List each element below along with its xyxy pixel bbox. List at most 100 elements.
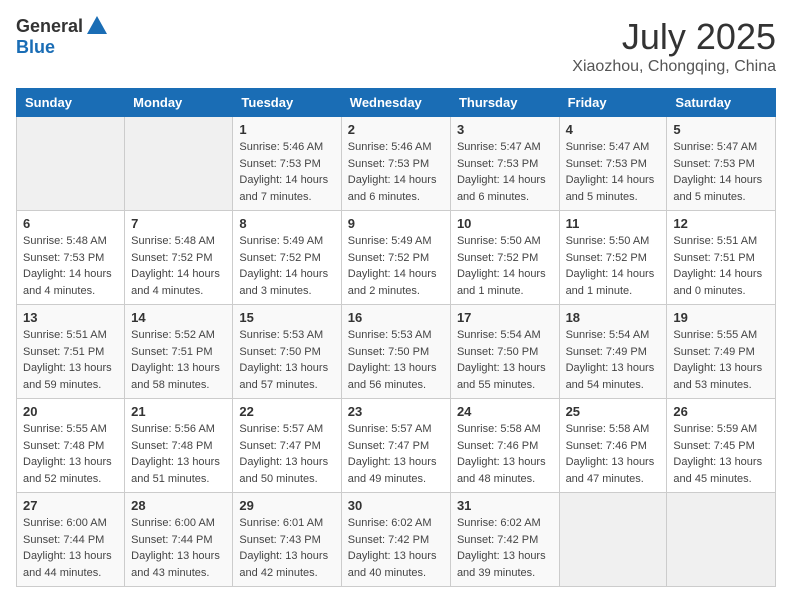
day-detail: Sunrise: 5:56 AMSunset: 7:48 PMDaylight:… — [131, 421, 226, 487]
day-number: 8 — [239, 216, 334, 231]
day-number: 4 — [566, 122, 661, 137]
calendar-cell — [667, 493, 776, 587]
logo-triangle-icon — [87, 16, 107, 34]
day-number: 9 — [348, 216, 444, 231]
day-number: 20 — [23, 404, 118, 419]
calendar-cell: 18Sunrise: 5:54 AMSunset: 7:49 PMDayligh… — [559, 305, 667, 399]
calendar-cell: 23 Sunrise: 5:57 AMSunset: 7:47 PMDayligh… — [341, 399, 450, 493]
day-number: 18 — [566, 310, 661, 325]
calendar-cell: 21 Sunrise: 5:56 AMSunset: 7:48 PMDayligh… — [125, 399, 233, 493]
day-detail: Sunrise: 5:57 AMSunset: 7:47 PMDaylight:… — [348, 421, 444, 487]
day-number: 15 — [239, 310, 334, 325]
day-number: 19 — [673, 310, 769, 325]
day-detail: Sunrise: 6:00 AMSunset: 7:44 PMDaylight:… — [131, 515, 226, 581]
day-number: 25 — [566, 404, 661, 419]
day-number: 17 — [457, 310, 553, 325]
day-number: 3 — [457, 122, 553, 137]
day-number: 27 — [23, 498, 118, 513]
calendar-cell: 31 Sunrise: 6:02 AMSunset: 7:42 PMDayligh… — [450, 493, 559, 587]
day-detail: Sunrise: 5:48 AMSunset: 7:53 PMDaylight:… — [23, 233, 118, 299]
day-detail: Sunrise: 5:48 AMSunset: 7:52 PMDaylight:… — [131, 233, 226, 299]
day-detail: Sunrise: 5:58 AMSunset: 7:46 PMDaylight:… — [566, 421, 661, 487]
logo-general-text: General — [16, 16, 83, 37]
day-number: 31 — [457, 498, 553, 513]
day-number: 2 — [348, 122, 444, 137]
day-detail: Sunrise: 5:58 AMSunset: 7:46 PMDaylight:… — [457, 421, 553, 487]
header: General Blue July 2025 Xiaozhou, Chongqi… — [16, 16, 776, 76]
calendar-cell: 3 Sunrise: 5:47 AMSunset: 7:53 PMDaylight… — [450, 117, 559, 211]
day-number: 5 — [673, 122, 769, 137]
calendar-cell: 19Sunrise: 5:55 AMSunset: 7:49 PMDayligh… — [667, 305, 776, 399]
calendar-cell: 12Sunrise: 5:51 AMSunset: 7:51 PMDayligh… — [667, 211, 776, 305]
day-detail: Sunrise: 5:47 AMSunset: 7:53 PMDaylight:… — [673, 139, 769, 205]
calendar-cell: 25 Sunrise: 5:58 AMSunset: 7:46 PMDayligh… — [559, 399, 667, 493]
weekday-header-saturday: Saturday — [667, 89, 776, 117]
day-number: 16 — [348, 310, 444, 325]
day-detail: Sunrise: 5:50 AMSunset: 7:52 PMDaylight:… — [566, 233, 661, 299]
day-number: 26 — [673, 404, 769, 419]
calendar-cell: 22 Sunrise: 5:57 AMSunset: 7:47 PMDayligh… — [233, 399, 341, 493]
calendar-week-row: 20 Sunrise: 5:55 AMSunset: 7:48 PMDayligh… — [17, 399, 776, 493]
day-number: 22 — [239, 404, 334, 419]
logo-blue-text: Blue — [16, 37, 55, 58]
day-detail: Sunrise: 5:47 AMSunset: 7:53 PMDaylight:… — [566, 139, 661, 205]
calendar-cell — [17, 117, 125, 211]
calendar-cell: 13 Sunrise: 5:51 AMSunset: 7:51 PMDayligh… — [17, 305, 125, 399]
day-detail: Sunrise: 5:49 AMSunset: 7:52 PMDaylight:… — [348, 233, 444, 299]
calendar-cell: 5 Sunrise: 5:47 AMSunset: 7:53 PMDaylight… — [667, 117, 776, 211]
calendar-week-row: 13 Sunrise: 5:51 AMSunset: 7:51 PMDayligh… — [17, 305, 776, 399]
calendar-cell: 26Sunrise: 5:59 AMSunset: 7:45 PMDayligh… — [667, 399, 776, 493]
day-detail: Sunrise: 5:47 AMSunset: 7:53 PMDaylight:… — [457, 139, 553, 205]
calendar-cell: 1Sunrise: 5:46 AMSunset: 7:53 PMDaylight… — [233, 117, 341, 211]
day-number: 24 — [457, 404, 553, 419]
day-detail: Sunrise: 5:54 AMSunset: 7:50 PMDaylight:… — [457, 327, 553, 393]
calendar-cell: 4 Sunrise: 5:47 AMSunset: 7:53 PMDaylight… — [559, 117, 667, 211]
day-detail: Sunrise: 5:51 AMSunset: 7:51 PMDaylight:… — [673, 233, 769, 299]
day-number: 23 — [348, 404, 444, 419]
day-number: 6 — [23, 216, 118, 231]
calendar-cell: 6 Sunrise: 5:48 AMSunset: 7:53 PMDaylight… — [17, 211, 125, 305]
day-number: 10 — [457, 216, 553, 231]
calendar-cell: 7Sunrise: 5:48 AMSunset: 7:52 PMDaylight… — [125, 211, 233, 305]
calendar-cell: 15Sunrise: 5:53 AMSunset: 7:50 PMDayligh… — [233, 305, 341, 399]
month-title: July 2025 — [572, 16, 776, 58]
weekday-header-row: SundayMondayTuesdayWednesdayThursdayFrid… — [17, 89, 776, 117]
calendar-cell: 30Sunrise: 6:02 AMSunset: 7:42 PMDayligh… — [341, 493, 450, 587]
day-detail: Sunrise: 6:02 AMSunset: 7:42 PMDaylight:… — [457, 515, 553, 581]
calendar-cell: 17 Sunrise: 5:54 AMSunset: 7:50 PMDayligh… — [450, 305, 559, 399]
calendar-cell: 24 Sunrise: 5:58 AMSunset: 7:46 PMDayligh… — [450, 399, 559, 493]
weekday-header-wednesday: Wednesday — [341, 89, 450, 117]
title-area: July 2025 Xiaozhou, Chongqing, China — [572, 16, 776, 76]
day-detail: Sunrise: 5:46 AMSunset: 7:53 PMDaylight:… — [348, 139, 444, 205]
day-detail: Sunrise: 6:01 AMSunset: 7:43 PMDaylight:… — [239, 515, 334, 581]
calendar-cell: 11Sunrise: 5:50 AMSunset: 7:52 PMDayligh… — [559, 211, 667, 305]
day-detail: Sunrise: 5:46 AMSunset: 7:53 PMDaylight:… — [239, 139, 334, 205]
calendar-cell: 8 Sunrise: 5:49 AMSunset: 7:52 PMDaylight… — [233, 211, 341, 305]
calendar-cell: 28 Sunrise: 6:00 AMSunset: 7:44 PMDayligh… — [125, 493, 233, 587]
calendar-cell: 29Sunrise: 6:01 AMSunset: 7:43 PMDayligh… — [233, 493, 341, 587]
day-detail: Sunrise: 5:51 AMSunset: 7:51 PMDaylight:… — [23, 327, 118, 393]
calendar-cell — [125, 117, 233, 211]
calendar-week-row: 6 Sunrise: 5:48 AMSunset: 7:53 PMDaylight… — [17, 211, 776, 305]
day-detail: Sunrise: 5:50 AMSunset: 7:52 PMDaylight:… — [457, 233, 553, 299]
calendar-cell: 16 Sunrise: 5:53 AMSunset: 7:50 PMDayligh… — [341, 305, 450, 399]
day-detail: Sunrise: 5:49 AMSunset: 7:52 PMDaylight:… — [239, 233, 334, 299]
weekday-header-sunday: Sunday — [17, 89, 125, 117]
day-number: 30 — [348, 498, 444, 513]
calendar-week-row: 27 Sunrise: 6:00 AMSunset: 7:44 PMDayligh… — [17, 493, 776, 587]
day-detail: Sunrise: 5:53 AMSunset: 7:50 PMDaylight:… — [348, 327, 444, 393]
day-number: 13 — [23, 310, 118, 325]
day-number: 21 — [131, 404, 226, 419]
calendar-cell: 10 Sunrise: 5:50 AMSunset: 7:52 PMDayligh… — [450, 211, 559, 305]
weekday-header-monday: Monday — [125, 89, 233, 117]
logo: General Blue — [16, 16, 107, 58]
location-title: Xiaozhou, Chongqing, China — [572, 58, 776, 76]
day-detail: Sunrise: 5:55 AMSunset: 7:48 PMDaylight:… — [23, 421, 118, 487]
calendar-week-row: 1Sunrise: 5:46 AMSunset: 7:53 PMDaylight… — [17, 117, 776, 211]
day-detail: Sunrise: 5:52 AMSunset: 7:51 PMDaylight:… — [131, 327, 226, 393]
day-number: 28 — [131, 498, 226, 513]
calendar-cell: 9 Sunrise: 5:49 AMSunset: 7:52 PMDaylight… — [341, 211, 450, 305]
day-detail: Sunrise: 6:00 AMSunset: 7:44 PMDaylight:… — [23, 515, 118, 581]
day-detail: Sunrise: 5:57 AMSunset: 7:47 PMDaylight:… — [239, 421, 334, 487]
calendar-table: SundayMondayTuesdayWednesdayThursdayFrid… — [16, 88, 776, 587]
